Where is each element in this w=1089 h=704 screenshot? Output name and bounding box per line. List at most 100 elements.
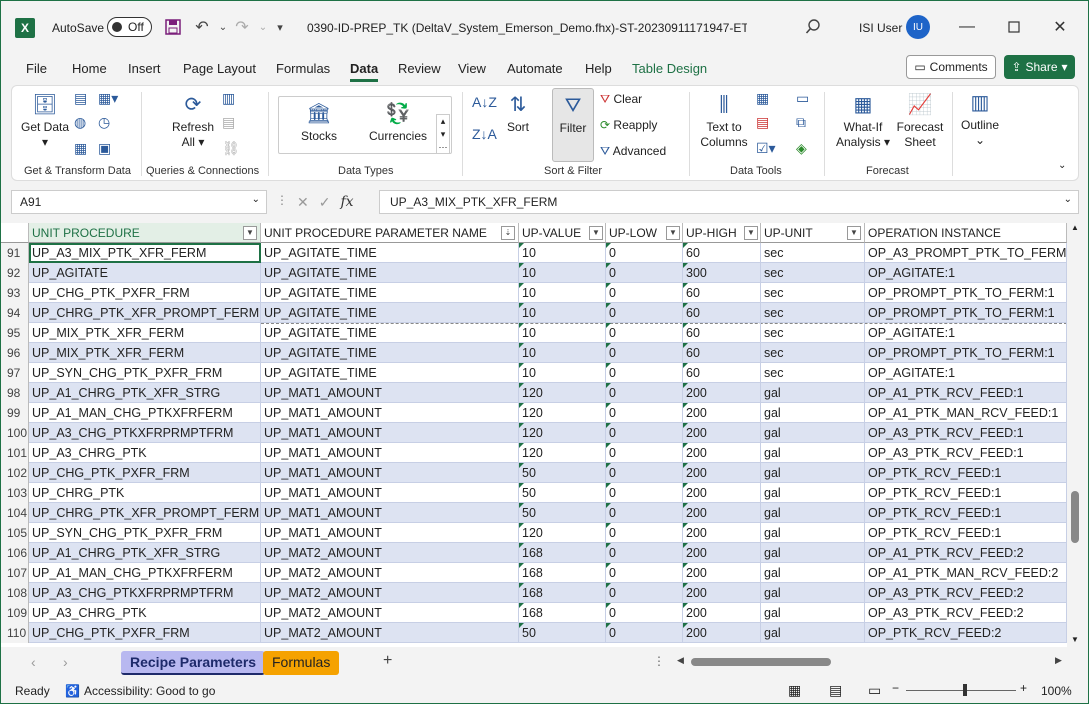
column-header[interactable]: UP-LOW ▼	[606, 223, 683, 243]
table-cell[interactable]: UP_MAT1_AMOUNT	[261, 503, 519, 523]
tab-view[interactable]: View	[458, 61, 486, 76]
add-sheet-icon[interactable]: +	[383, 652, 392, 670]
table-cell[interactable]: UP_CHG_PTK_PXFR_FRM	[29, 283, 261, 303]
table-cell[interactable]: UP_A3_CHG_PTKXFRPRMPTFRM	[29, 583, 261, 603]
table-cell[interactable]: OP_A1_PTK_MAN_RCV_FEED:1	[865, 403, 1067, 423]
row-header[interactable]: 105	[1, 523, 29, 543]
table-cell[interactable]: 120	[519, 403, 606, 423]
table-cell[interactable]: 50	[519, 623, 606, 643]
table-cell[interactable]: 200	[683, 623, 761, 643]
column-header[interactable]: UNIT PROCEDURE ▼	[29, 223, 261, 243]
table-cell[interactable]: 0	[606, 343, 683, 363]
table-cell[interactable]: OP_A1_PTK_RCV_FEED:1	[865, 383, 1067, 403]
table-cell[interactable]: OP_PROMPT_PTK_TO_FERM:1	[865, 343, 1067, 363]
table-cell[interactable]: UP_MAT1_AMOUNT	[261, 463, 519, 483]
advanced-button[interactable]: ⛛ Advanced	[600, 144, 666, 159]
get-data-button[interactable]: 🗄 Get Data ▾	[20, 92, 70, 150]
from-picture-icon[interactable]: ▣	[98, 140, 111, 157]
search-icon[interactable]	[802, 16, 824, 38]
table-cell[interactable]: UP_AGITATE_TIME	[261, 363, 519, 383]
table-cell[interactable]: 10	[519, 243, 606, 263]
table-cell[interactable]: OP_A1_PTK_RCV_FEED:2	[865, 543, 1067, 563]
table-cell[interactable]: 60	[683, 363, 761, 383]
table-cell[interactable]: UP_AGITATE_TIME	[261, 243, 519, 263]
table-cell[interactable]: 10	[519, 283, 606, 303]
table-cell[interactable]: 168	[519, 543, 606, 563]
table-cell[interactable]: 0	[606, 583, 683, 603]
table-cell[interactable]: 168	[519, 563, 606, 583]
table-cell[interactable]: 0	[606, 383, 683, 403]
column-header[interactable]: OPERATION INSTANCE	[865, 223, 1067, 243]
table-cell[interactable]: UP_AGITATE	[29, 263, 261, 283]
table-cell[interactable]: OP_PTK_RCV_FEED:1	[865, 463, 1067, 483]
table-cell[interactable]: 10	[519, 343, 606, 363]
table-cell[interactable]: UP_AGITATE_TIME	[261, 283, 519, 303]
table-cell[interactable]: 168	[519, 583, 606, 603]
scroll-up-icon[interactable]: ▲	[1071, 223, 1079, 232]
table-cell[interactable]: gal	[761, 563, 865, 583]
table-cell[interactable]: 0	[606, 283, 683, 303]
column-header[interactable]: UP-HIGH ▼	[683, 223, 761, 243]
tab-automate[interactable]: Automate	[507, 61, 563, 76]
data-validation-icon[interactable]: ☑▾	[756, 140, 776, 157]
accessibility-status[interactable]: Accessibility: Good to go	[84, 684, 215, 698]
data-model-icon[interactable]: ◈	[796, 140, 807, 157]
table-cell[interactable]: 60	[683, 243, 761, 263]
clear-filter-button[interactable]: ⛛ Clear	[600, 92, 642, 107]
tab-help[interactable]: Help	[585, 61, 612, 76]
table-cell[interactable]: UP_MAT1_AMOUNT	[261, 443, 519, 463]
table-cell[interactable]: gal	[761, 523, 865, 543]
table-cell[interactable]: 120	[519, 443, 606, 463]
more-options-icon[interactable]: ⋮	[653, 654, 665, 668]
table-cell[interactable]: UP_A3_CHRG_PTK	[29, 603, 261, 623]
table-cell[interactable]: sec	[761, 303, 865, 323]
table-cell[interactable]: 50	[519, 463, 606, 483]
avatar[interactable]: IU	[906, 15, 930, 39]
table-cell[interactable]: 50	[519, 503, 606, 523]
table-cell[interactable]: sec	[761, 323, 865, 343]
row-header[interactable]: 95	[1, 323, 29, 343]
from-web-icon[interactable]: ◍	[74, 114, 86, 131]
table-cell[interactable]: UP_A1_CHRG_PTK_XFR_STRG	[29, 383, 261, 403]
table-cell[interactable]: 200	[683, 583, 761, 603]
table-cell[interactable]: 200	[683, 423, 761, 443]
reapply-button[interactable]: ⟳ Reapply	[600, 118, 657, 132]
row-header[interactable]: 91	[1, 243, 29, 263]
table-cell[interactable]: UP_MAT2_AMOUNT	[261, 543, 519, 563]
sort-az-icon[interactable]: A↓Z	[472, 94, 497, 110]
filter-button[interactable]: ⛛ Filter	[552, 88, 594, 162]
table-cell[interactable]: sec	[761, 363, 865, 383]
row-header[interactable]: 96	[1, 343, 29, 363]
more-options-icon[interactable]: ⋮	[276, 193, 288, 207]
table-cell[interactable]: UP_MAT2_AMOUNT	[261, 563, 519, 583]
table-cell[interactable]: UP_A3_CHG_PTKXFRPRMPTFRM	[29, 423, 261, 443]
table-cell[interactable]: UP_CHRG_PTK_XFR_PROMPT_FERM	[29, 503, 261, 523]
table-cell[interactable]: 10	[519, 303, 606, 323]
table-cell[interactable]: gal	[761, 383, 865, 403]
table-cell[interactable]: gal	[761, 603, 865, 623]
table-cell[interactable]: 0	[606, 563, 683, 583]
minimize-icon[interactable]: —	[952, 15, 982, 39]
table-cell[interactable]: UP_MAT2_AMOUNT	[261, 583, 519, 603]
row-header[interactable]: 102	[1, 463, 29, 483]
sheet-tab-recipe-parameters[interactable]: Recipe Parameters	[121, 651, 266, 675]
table-cell[interactable]: 200	[683, 443, 761, 463]
table-cell[interactable]: OP_A3_PTK_RCV_FEED:1	[865, 423, 1067, 443]
table-cell[interactable]: UP_CHG_PTK_PXFR_FRM	[29, 623, 261, 643]
table-cell[interactable]: 60	[683, 303, 761, 323]
outline-button[interactable]: ▥ Outline ⌄	[956, 90, 1004, 148]
scroll-down-icon[interactable]: ▼	[1071, 635, 1079, 644]
sort-dropdown-icon[interactable]: ⇣	[501, 226, 515, 240]
table-cell[interactable]: 200	[683, 563, 761, 583]
consolidate-icon[interactable]: ▭	[796, 90, 809, 107]
table-cell[interactable]: UP_SYN_CHG_PTK_PXFR_FRM	[29, 523, 261, 543]
table-cell[interactable]: 200	[683, 463, 761, 483]
refresh-all-button[interactable]: ⟳ Refresh All ▾	[168, 92, 218, 150]
table-cell[interactable]: gal	[761, 463, 865, 483]
filter-dropdown-icon[interactable]: ▼	[847, 226, 861, 240]
table-cell[interactable]: OP_PTK_RCV_FEED:1	[865, 483, 1067, 503]
table-cell[interactable]: 50	[519, 483, 606, 503]
table-cell[interactable]: sec	[761, 283, 865, 303]
undo-icon[interactable]: ↶	[191, 16, 213, 38]
currencies-button[interactable]: 💱 Currencies	[367, 101, 429, 144]
